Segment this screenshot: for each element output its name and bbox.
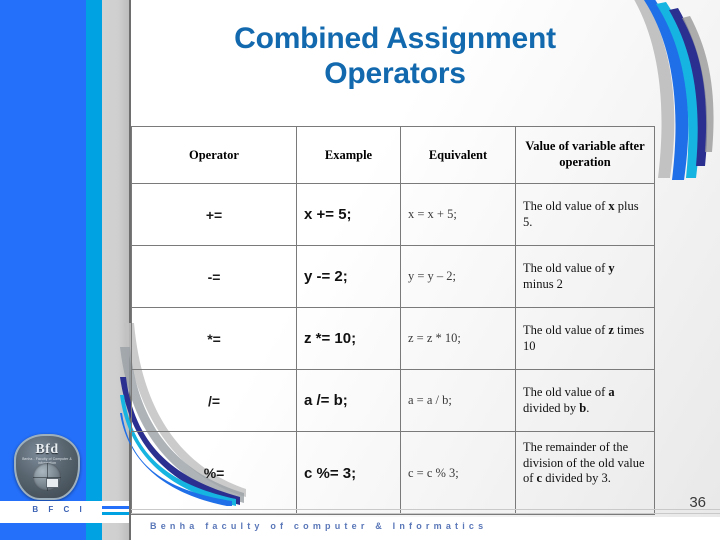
globe-icon (33, 463, 61, 491)
cell-value: The old value of y minus 2 (515, 245, 655, 308)
value-variable: y (608, 260, 615, 275)
header-equivalent: Equivalent (400, 126, 516, 184)
value-prefix: The old value of (523, 260, 609, 275)
value-suffix: . (586, 400, 590, 415)
institution-logo: Bfd Benha - Faculty of Computer & Inform… (14, 434, 80, 500)
header-example: Example (296, 126, 401, 184)
cell-operator: += (131, 183, 297, 246)
cell-operator: -= (131, 245, 297, 308)
logo-monogram: Bfd (35, 442, 59, 457)
table-row: %= c %= 3; c = c % 3; The remainder of t… (131, 431, 655, 515)
cell-equivalent: a = a / b; (400, 369, 516, 432)
book-icon (47, 479, 58, 487)
combined-operators-table: Operator Example Equivalent Value of var… (131, 126, 655, 515)
page-title: Combined Assignment Operators (140, 22, 650, 92)
table-row: -= y -= 2; y = y – 2; The old value of y… (131, 245, 655, 308)
table-header-row: Operator Example Equivalent Value of var… (131, 126, 655, 184)
cell-example: y -= 2; (296, 245, 401, 308)
footer-rule-mid (131, 513, 720, 514)
cell-operator: /= (131, 369, 297, 432)
cell-example: c %= 3; (296, 431, 401, 515)
slide-canvas: Bfd Benha - Faculty of Computer & Inform… (0, 0, 720, 540)
table-row: *= z *= 10; z = z * 10; The old value of… (131, 307, 655, 370)
value-middle: divided by (523, 400, 580, 415)
header-value: Value of variable after operation (515, 126, 655, 184)
page-title-line-1: Combined Assignment (234, 22, 556, 55)
brand-abbreviation: B F C I (32, 505, 86, 514)
cell-value: The old value of a divided by b. (515, 369, 655, 432)
sidebar-grey-band (102, 0, 129, 540)
cell-example: a /= b; (296, 369, 401, 432)
cell-operator: %= (131, 431, 297, 515)
value-prefix: The old value of (523, 384, 609, 399)
value-variable: a (608, 384, 615, 399)
cell-value: The remainder of the division of the old… (515, 431, 655, 515)
sidebar-cyan-band (86, 0, 102, 540)
cell-equivalent: z = z * 10; (400, 307, 516, 370)
table-row: += x += 5; x = x + 5; The old value of x… (131, 183, 655, 246)
cell-example: z *= 10; (296, 307, 401, 370)
page-title-line-2: Operators (324, 56, 466, 90)
value-suffix: divided by 3. (542, 471, 611, 486)
shield-icon: Bfd Benha - Faculty of Computer & Inform… (14, 434, 80, 500)
footer-text: Benha faculty of computer & Informatics (150, 521, 488, 531)
cell-equivalent: c = c % 3; (400, 431, 516, 515)
footer-rule-top (131, 509, 720, 510)
cell-example: x += 5; (296, 183, 401, 246)
table-row: /= a /= b; a = a / b; The old value of a… (131, 369, 655, 432)
header-operator: Operator (131, 126, 297, 184)
brand-accent-line-blue (102, 506, 129, 509)
cell-equivalent: y = y – 2; (400, 245, 516, 308)
cell-equivalent: x = x + 5; (400, 183, 516, 246)
value-prefix: The old value of (523, 198, 609, 213)
cell-value: The old value of x plus 5. (515, 183, 655, 246)
value-suffix: minus 2 (523, 276, 563, 291)
value-prefix: The old value of (523, 322, 609, 337)
brand-accent-line-cyan (102, 512, 129, 515)
cell-value: The old value of z times 10 (515, 307, 655, 370)
cell-operator: *= (131, 307, 297, 370)
